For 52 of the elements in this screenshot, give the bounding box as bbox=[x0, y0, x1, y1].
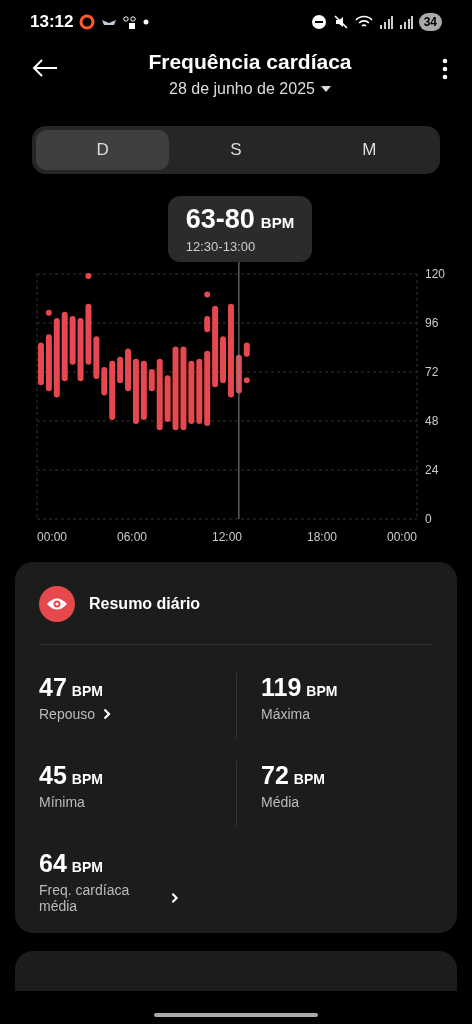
stat-value: 45 bbox=[39, 761, 67, 789]
stat-unit: BPM bbox=[71, 683, 103, 699]
stat-label: Mínima bbox=[39, 794, 86, 810]
axis-label: 120 bbox=[425, 267, 446, 281]
stat-value: 119 bbox=[261, 673, 302, 701]
axis-label: 0 bbox=[425, 512, 432, 526]
stat-unit: BPM bbox=[71, 859, 103, 875]
stat-unit: BPM bbox=[306, 683, 338, 699]
axis-label: 96 bbox=[425, 316, 439, 330]
axis-label: 72 bbox=[425, 365, 439, 379]
ring-icon bbox=[79, 14, 96, 30]
wifi-icon bbox=[354, 15, 373, 29]
tooltip-time: 12:30-13:00 bbox=[185, 239, 257, 254]
page-title: Frequência cardíaca bbox=[148, 50, 352, 74]
stat-unit: BPM bbox=[71, 771, 103, 787]
period-tab[interactable]: S bbox=[169, 130, 303, 170]
tooltip-unit: BPM bbox=[260, 214, 295, 231]
stat-link[interactable]: Repouso bbox=[39, 706, 179, 722]
dot-icon bbox=[143, 19, 150, 25]
eye-icon bbox=[39, 586, 75, 622]
axis-label: 06:00 bbox=[117, 530, 147, 544]
period-tab[interactable]: D bbox=[36, 130, 170, 170]
signal-icon bbox=[378, 15, 393, 29]
signal-icon bbox=[398, 15, 413, 29]
stat-link[interactable]: Freq. cardíaca média bbox=[39, 882, 179, 914]
stat-label: Média bbox=[261, 794, 301, 810]
stat-value: 72 bbox=[261, 761, 289, 789]
caret-down-icon bbox=[320, 86, 331, 92]
axis-label: 24 bbox=[425, 463, 439, 477]
status-time: 13:12 bbox=[30, 12, 74, 32]
battery-indicator: 34 bbox=[418, 13, 442, 31]
stat-label: Máxima bbox=[261, 706, 311, 722]
do-not-disturb-icon bbox=[310, 14, 327, 30]
tooltip-value: 63-80 bbox=[185, 204, 255, 234]
axis-label: 00:00 bbox=[37, 530, 68, 544]
date-selector[interactable]: 28 de junho de 2025 bbox=[169, 80, 331, 98]
summary-title: Resumo diário bbox=[89, 595, 201, 613]
stat-value: 47 bbox=[39, 673, 67, 701]
stat-unit: BPM bbox=[293, 771, 325, 787]
back-arrow-icon bbox=[32, 58, 58, 78]
bird-icon bbox=[101, 17, 118, 27]
chevron-right-icon bbox=[171, 892, 179, 904]
stat-value: 64 bbox=[39, 849, 67, 877]
mute-icon bbox=[332, 14, 349, 30]
voicemail-icon bbox=[123, 15, 138, 29]
period-tab[interactable]: M bbox=[302, 130, 436, 170]
more-icon bbox=[442, 58, 448, 80]
axis-label: 48 bbox=[425, 414, 439, 428]
chevron-right-icon bbox=[103, 708, 112, 720]
axis-label: 12:00 bbox=[212, 530, 242, 544]
axis-label: 00:00 bbox=[386, 530, 417, 544]
axis-label: 18:00 bbox=[307, 530, 337, 544]
